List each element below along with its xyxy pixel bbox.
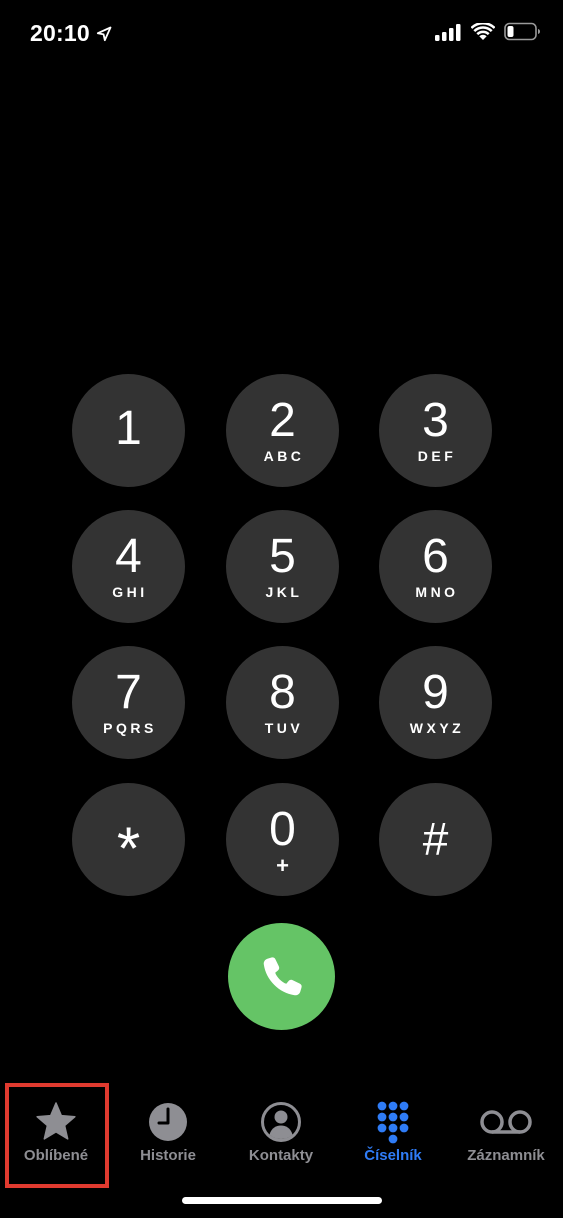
key-3[interactable]: 3 DEF: [379, 374, 492, 487]
key-hash[interactable]: #: [379, 783, 492, 896]
key-digit: 7: [115, 666, 142, 719]
call-button[interactable]: [228, 923, 335, 1030]
tab-label: Kontakty: [248, 1147, 314, 1164]
key-digit: 0: [269, 803, 296, 856]
key-digit: 2: [269, 394, 296, 447]
key-digit: *: [116, 815, 141, 882]
key-8[interactable]: 8 TUV: [226, 646, 339, 759]
key-star[interactable]: *: [72, 783, 185, 896]
key-letters: JKL: [265, 584, 303, 600]
voicemail-icon: [480, 1110, 532, 1134]
key-0[interactable]: 0 +: [226, 783, 339, 896]
tab-label: Záznamník: [467, 1147, 545, 1164]
key-9[interactable]: 9 WXYZ: [379, 646, 492, 759]
key-digit: 6: [422, 530, 449, 583]
key-digit: 8: [269, 666, 296, 719]
tab-voicemail[interactable]: Záznamník: [450, 1080, 562, 1176]
star-icon: [36, 1102, 76, 1140]
key-letters: MNO: [415, 584, 459, 600]
key-digit: #: [422, 813, 449, 865]
tab-contacts[interactable]: Kontakty: [225, 1080, 337, 1176]
wifi-icon: [471, 22, 495, 40]
key-letters: DEF: [417, 448, 457, 464]
key-4[interactable]: 4 GHI: [72, 510, 185, 623]
key-5[interactable]: 5 JKL: [226, 510, 339, 623]
battery-low-icon: [504, 22, 540, 41]
key-letters: TUV: [264, 720, 304, 736]
tab-bar: Oblíbené Historie Kontakty Číselník Zázn…: [0, 1080, 563, 1180]
key-digit: 9: [422, 666, 449, 719]
status-indicators: [435, 22, 541, 41]
key-letters: GHI: [112, 584, 148, 600]
cellular-signal-icon: [435, 23, 461, 41]
person-circle-icon: [261, 1102, 301, 1142]
tab-label: Historie: [140, 1147, 196, 1164]
tab-history[interactable]: Historie: [112, 1080, 224, 1176]
key-2[interactable]: 2 ABC: [226, 374, 339, 487]
keypad-grid-icon: [377, 1101, 409, 1144]
clock-icon: [149, 1103, 187, 1141]
tab-label: Číselník: [364, 1147, 422, 1164]
tab-favorites[interactable]: Oblíbené: [0, 1080, 112, 1176]
key-letters: +: [276, 853, 289, 878]
key-letters: PQRS: [103, 720, 157, 736]
status-time-group: 20:10: [30, 20, 112, 47]
key-6[interactable]: 6 MNO: [379, 510, 492, 623]
key-1[interactable]: 1: [72, 374, 185, 487]
home-indicator[interactable]: [182, 1197, 382, 1204]
tab-keypad[interactable]: Číselník: [337, 1080, 449, 1176]
status-time: 20:10: [30, 20, 90, 46]
phone-icon: [263, 957, 302, 996]
key-digit: 4: [115, 530, 142, 583]
key-digit: 3: [422, 394, 449, 447]
key-letters: ABC: [263, 448, 305, 464]
key-letters: WXYZ: [409, 720, 465, 736]
key-digit: 1: [115, 402, 142, 455]
key-digit: 5: [269, 530, 296, 583]
location-arrow-icon: [96, 26, 112, 41]
status-bar: 20:10: [0, 0, 563, 70]
tab-label: Oblíbené: [23, 1147, 89, 1164]
key-7[interactable]: 7 PQRS: [72, 646, 185, 759]
